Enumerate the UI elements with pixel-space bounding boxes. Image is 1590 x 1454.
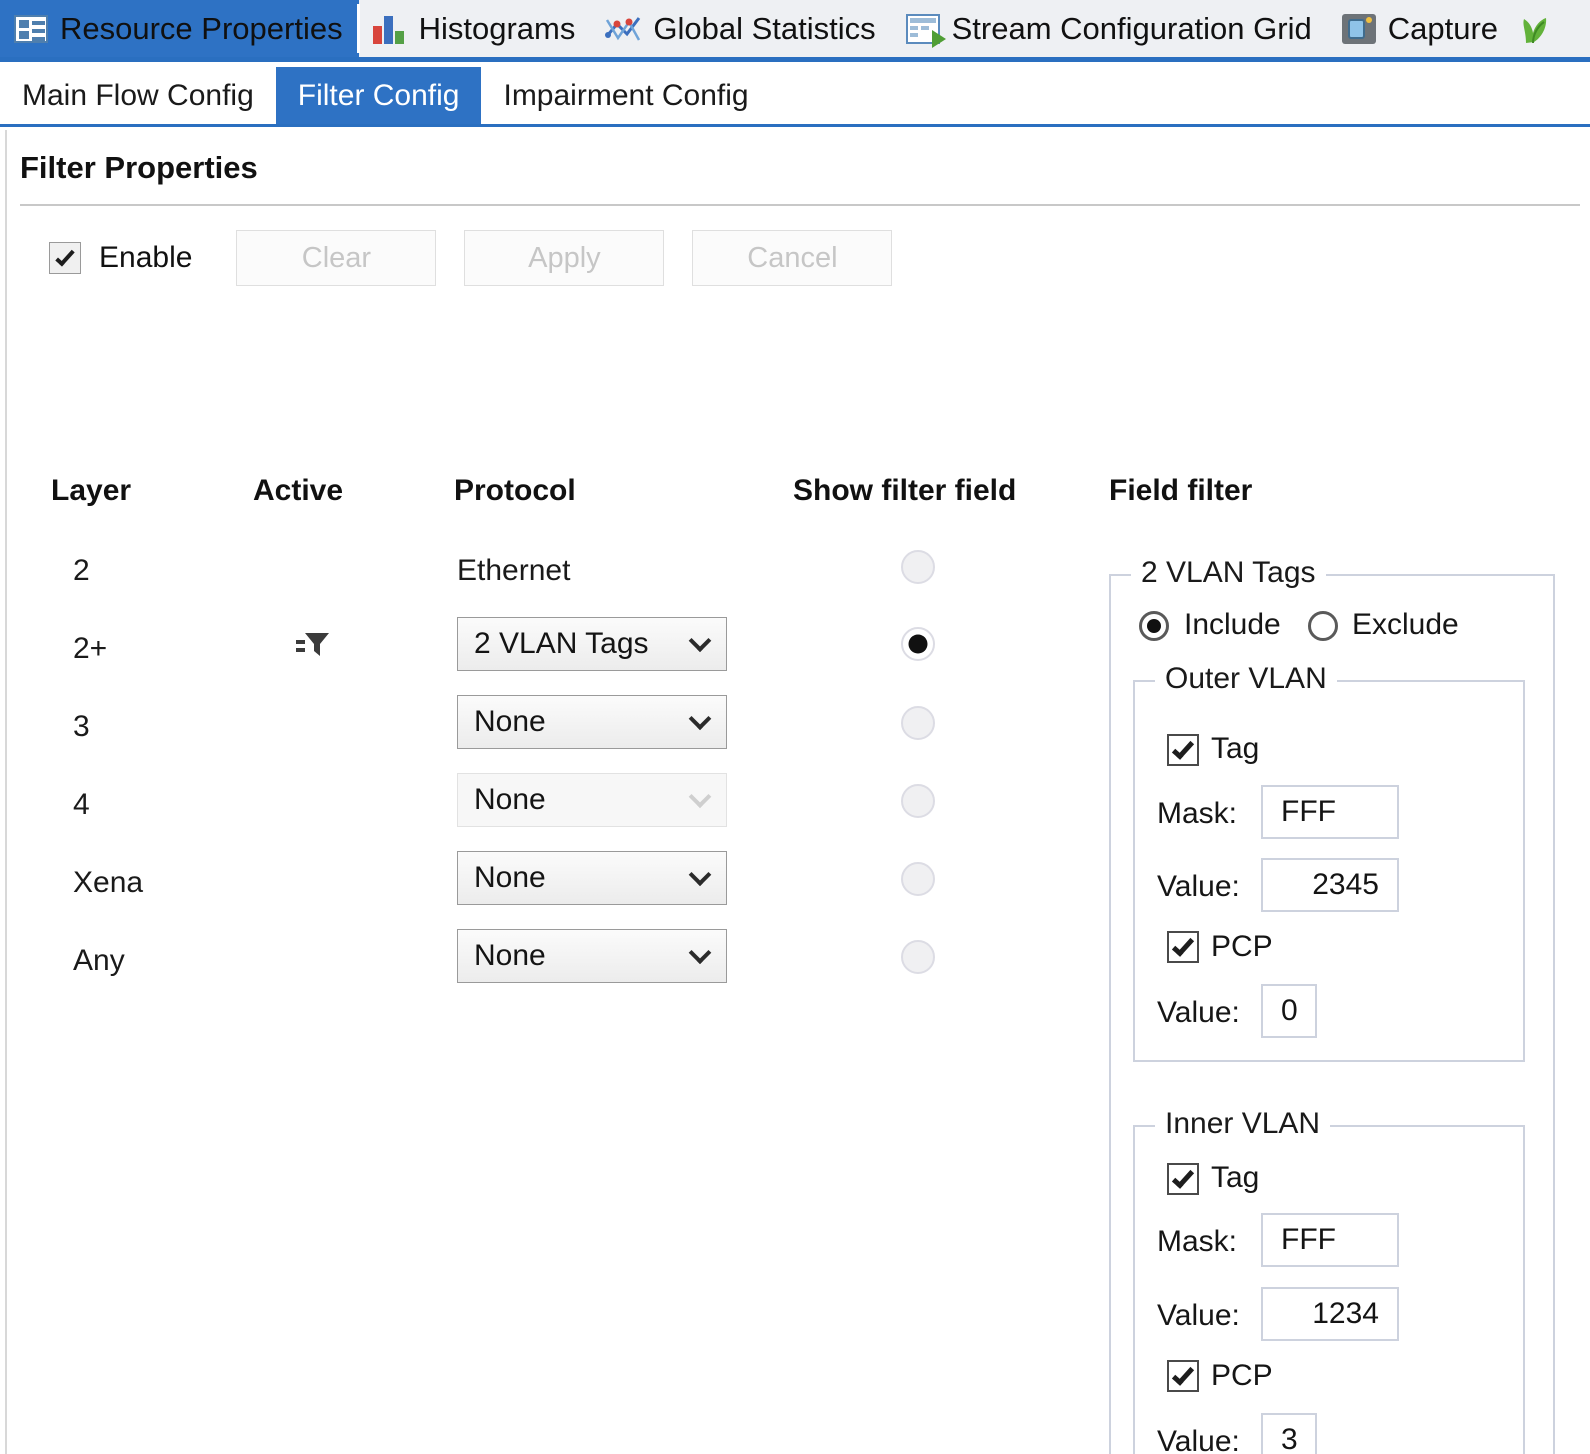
include-label: Include <box>1184 608 1281 641</box>
tab-stream-configuration-grid[interactable]: Stream Configuration Grid <box>892 0 1328 57</box>
chevron-down-icon <box>688 707 712 731</box>
protocol-dropdown-row-4[interactable]: None <box>457 773 727 827</box>
protocol-dropdown-row-3-value: None <box>474 705 546 738</box>
capture-icon <box>1341 13 1376 44</box>
inner-vlan-pcp-label: PCP <box>1211 1359 1273 1392</box>
apply-button[interactable]: Apply <box>464 230 665 286</box>
title-divider <box>20 204 1580 206</box>
protocol-dropdown-row-5[interactable]: None <box>457 851 727 905</box>
subtab-filter-config[interactable]: Filter Config <box>275 67 482 124</box>
protocol-dropdown-row-2[interactable]: 2 VLAN Tags <box>457 617 727 671</box>
inner-vlan-value-input[interactable]: 1234 <box>1261 1287 1399 1341</box>
column-header-field-filter: Field filter <box>1109 474 1253 507</box>
subtab-filter-config-label: Filter Config <box>297 78 460 112</box>
tab-global-statistics[interactable]: Global Statistics <box>591 0 891 57</box>
protocol-static-ethernet: Ethernet <box>457 554 571 587</box>
tab-global-statistics-label: Global Statistics <box>653 11 876 46</box>
table-row-layer-value: 2 <box>73 554 90 587</box>
tab-capture[interactable]: Capture <box>1328 0 1514 57</box>
plant-icon <box>1520 13 1550 45</box>
histograms-icon <box>372 14 407 44</box>
column-header-protocol: Protocol <box>454 474 576 507</box>
show-filter-field-radio-row-3[interactable] <box>901 706 935 740</box>
include-radio[interactable] <box>1139 611 1169 641</box>
inner-vlan-tag-label: Tag <box>1211 1161 1260 1194</box>
inner-vlan-value-label: Value: <box>1157 1299 1240 1332</box>
action-row: Enable Clear Apply Cancel <box>49 230 893 286</box>
outer-vlan-pcp-checkbox[interactable] <box>1167 931 1199 963</box>
tab-capture-label: Capture <box>1387 11 1499 46</box>
outer-vlan-mask-input[interactable]: FFF <box>1261 785 1399 839</box>
exclude-radio[interactable] <box>1308 611 1338 641</box>
field-filter-group-legend: 2 VLAN Tags <box>1131 556 1326 590</box>
table-row-layer-value: 2+ <box>73 632 108 665</box>
chevron-down-icon <box>688 863 712 887</box>
global-statistics-icon <box>605 14 641 44</box>
column-header-layer: Layer <box>51 474 132 507</box>
show-filter-field-radio-row-5[interactable] <box>901 862 935 896</box>
tab-overflow-partial[interactable] <box>1514 0 1566 57</box>
outer-vlan-mask-label: Mask: <box>1157 797 1238 830</box>
enable-checkbox[interactable] <box>49 242 81 274</box>
inner-vlan-tag-checkbox[interactable] <box>1167 1163 1199 1195</box>
table-row-layer-value: 4 <box>73 788 90 821</box>
subtab-main-flow-config[interactable]: Main Flow Config <box>0 67 276 124</box>
protocol-dropdown-row-2-value: 2 VLAN Tags <box>474 627 649 660</box>
top-tab-strip: Resource Properties Histograms Global St… <box>0 0 1590 62</box>
column-header-active: Active <box>253 474 344 507</box>
chevron-down-icon <box>688 629 712 653</box>
outer-vlan-legend: Outer VLAN <box>1155 662 1337 696</box>
tab-resource-properties-label: Resource Properties <box>60 11 343 46</box>
filter-config-screen: Resource Properties Histograms Global St… <box>0 0 1590 1454</box>
column-header-show-filter-field: Show filter field <box>793 474 1017 507</box>
subtab-impairment-config[interactable]: Impairment Config <box>481 67 770 124</box>
protocol-dropdown-row-4-value: None <box>474 783 546 816</box>
chevron-down-icon <box>688 785 712 809</box>
tab-histograms[interactable]: Histograms <box>359 0 592 57</box>
outer-vlan-pcp-value-label: Value: <box>1157 996 1240 1029</box>
filter-properties-panel: Filter Properties Enable Clear Apply Can… <box>5 130 1590 1454</box>
cancel-button[interactable]: Cancel <box>692 230 893 286</box>
subtab-impairment-config-label: Impairment Config <box>503 78 749 112</box>
table-row-layer-value: Any <box>73 944 125 977</box>
page-title: Filter Properties <box>20 150 258 185</box>
inner-vlan-legend: Inner VLAN <box>1155 1107 1331 1141</box>
outer-vlan-tag-checkbox[interactable] <box>1167 734 1199 766</box>
outer-vlan-pcp-value-input[interactable]: 0 <box>1261 984 1317 1038</box>
stream-configuration-grid-icon <box>905 13 946 48</box>
inner-vlan-mask-label: Mask: <box>1157 1225 1238 1258</box>
tab-histograms-label: Histograms <box>418 11 576 46</box>
inner-vlan-pcp-value-input[interactable]: 3 <box>1261 1413 1317 1454</box>
protocol-dropdown-row-6[interactable]: None <box>457 929 727 983</box>
protocol-dropdown-row-6-value: None <box>474 939 546 972</box>
inner-vlan-pcp-value-label: Value: <box>1157 1425 1240 1454</box>
exclude-label: Exclude <box>1352 608 1459 641</box>
sub-tab-strip: Main Flow Config Filter Config Impairmen… <box>0 67 1590 127</box>
tab-stream-configuration-grid-label: Stream Configuration Grid <box>951 11 1312 46</box>
outer-vlan-pcp-label: PCP <box>1211 930 1273 963</box>
outer-vlan-tag-label: Tag <box>1211 732 1260 765</box>
outer-vlan-value-label: Value: <box>1157 870 1240 903</box>
filter-icon <box>296 629 330 659</box>
show-filter-field-radio-row-6[interactable] <box>901 940 935 974</box>
tab-resource-properties[interactable]: Resource Properties <box>0 0 360 57</box>
chevron-down-icon <box>688 941 712 965</box>
clear-button[interactable]: Clear <box>236 230 437 286</box>
show-filter-field-radio-row-2[interactable] <box>901 627 935 661</box>
table-row-layer-value: 3 <box>73 710 90 743</box>
protocol-dropdown-row-3[interactable]: None <box>457 695 727 749</box>
inner-vlan-mask-input[interactable]: FFF <box>1261 1213 1399 1267</box>
enable-label: Enable <box>99 241 193 274</box>
protocol-dropdown-row-5-value: None <box>474 861 546 894</box>
inner-vlan-pcp-checkbox[interactable] <box>1167 1360 1199 1392</box>
show-filter-field-radio-row-4[interactable] <box>901 784 935 818</box>
table-row-layer-value: Xena <box>73 866 144 899</box>
outer-vlan-value-input[interactable]: 2345 <box>1261 858 1399 912</box>
resource-properties-icon <box>14 14 48 43</box>
subtab-main-flow-config-label: Main Flow Config <box>22 78 254 112</box>
show-filter-field-radio-row-1[interactable] <box>901 550 935 584</box>
